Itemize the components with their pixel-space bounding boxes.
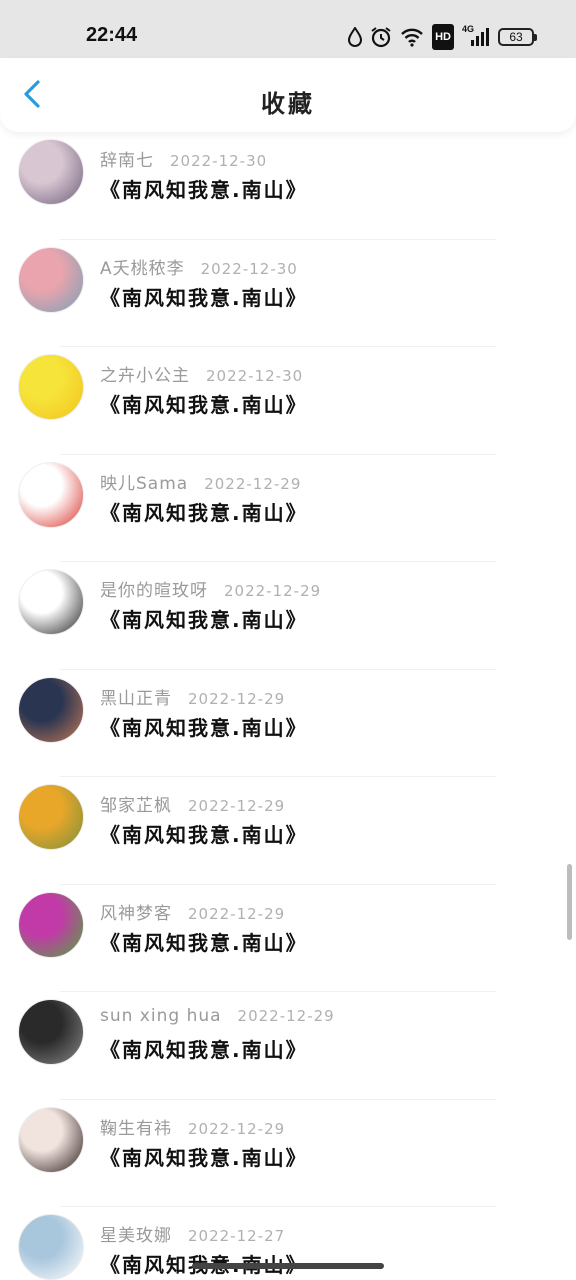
wifi-icon [400, 24, 424, 50]
book-title[interactable]: 《南风知我意.南山》 [100, 1142, 308, 1171]
favorite-date: 2022-12-29 [188, 689, 286, 708]
user-avatar[interactable] [18, 139, 84, 205]
signal-icon: 4G [462, 24, 490, 50]
battery-icon: 63 [498, 28, 537, 46]
user-avatar[interactable] [18, 1106, 84, 1173]
book-title[interactable]: 《南风知我意.南山》 [100, 712, 308, 741]
username: 之卉小公主 [100, 366, 190, 386]
user-avatar[interactable] [18, 1214, 84, 1280]
list-item[interactable]: 是你的暄玫呀 2022-12-29 《南风知我意.南山》 [0, 562, 576, 670]
item-meta: A夭桃秾李 2022-12-30 [100, 254, 298, 279]
user-avatar[interactable] [18, 999, 84, 1065]
user-avatar[interactable] [18, 676, 84, 743]
user-avatar[interactable] [18, 569, 84, 635]
book-title[interactable]: 《南风知我意.南山》 [100, 497, 308, 526]
list-item[interactable]: 邹家芷枫 2022-12-29 《南风知我意.南山》 [0, 777, 576, 885]
book-title[interactable]: 《南风知我意.南山》 [100, 604, 308, 633]
username: 星美玫娜 [100, 1226, 172, 1246]
page-title: 收藏 [261, 90, 315, 118]
list-item[interactable]: 星美玫娜2022-12-27《南风知我意.南山》 [0, 1207, 576, 1280]
item-meta: sun xing hua 2022-12-29 [100, 1006, 335, 1026]
list-item[interactable]: 鞠生有祎 2022-12-29 《南风知我意.南山》 [0, 1100, 576, 1208]
username: A夭桃秾李 [100, 258, 185, 279]
status-bar: 22:44 HD 4G 63 [0, 0, 576, 58]
favorite-date: 2022-12-30 [206, 367, 304, 385]
scrollbar[interactable] [567, 864, 572, 940]
water-drop-icon [348, 24, 363, 50]
username: 映儿Sama [100, 473, 189, 494]
username: 邹家芷枫 [100, 796, 172, 816]
username: 黑山正青 [100, 688, 172, 709]
favorite-date: 2022-12-30 [200, 259, 298, 278]
favorite-date: 2022-12-27 [188, 1227, 286, 1245]
list-item[interactable]: A夭桃秾李 2022-12-30 《南风知我意.南山》 [0, 240, 576, 348]
status-time: 22:44 [86, 24, 138, 46]
item-meta: 映儿Sama 2022-12-29 [100, 469, 301, 494]
item-meta: 星美玫娜 2022-12-27 [100, 1221, 285, 1246]
hd-badge: HD [432, 24, 454, 50]
list-item[interactable]: 黑山正青 2022-12-29 《南风知我意.南山》 [0, 670, 576, 778]
item-meta: 是你的暄玫呀 2022-12-29 [100, 576, 321, 601]
favorite-date: 2022-12-29 [188, 1119, 286, 1138]
favorite-date: 2022-12-29 [224, 582, 322, 600]
username: 风神梦客 [100, 903, 172, 924]
status-icons: HD 4G 63 [348, 24, 537, 50]
favorite-date: 2022-12-29 [188, 797, 286, 815]
favorite-date: 2022-12-30 [170, 152, 268, 170]
list-item[interactable]: 映儿Sama 2022-12-29 《南风知我意.南山》 [0, 455, 576, 563]
item-meta: 黑山正青 2022-12-29 [100, 684, 285, 709]
nav-bar: 收藏 [0, 58, 576, 132]
item-meta: 辞南七 2022-12-30 [100, 146, 267, 171]
item-meta: 鞠生有祎 2022-12-29 [100, 1114, 285, 1139]
item-meta: 邹家芷枫 2022-12-29 [100, 791, 285, 816]
favorite-date: 2022-12-29 [237, 1007, 335, 1025]
user-avatar[interactable] [18, 461, 84, 528]
alarm-icon [370, 24, 392, 50]
user-avatar[interactable] [18, 354, 84, 420]
user-avatar[interactable] [18, 784, 84, 850]
list-item[interactable]: 风神梦客 2022-12-29 《南风知我意.南山》 [0, 885, 576, 993]
list-item[interactable]: 之卉小公主 2022-12-30 《南风知我意.南山》 [0, 347, 576, 455]
favorite-date: 2022-12-29 [204, 474, 302, 493]
home-indicator[interactable] [192, 1263, 384, 1269]
book-title[interactable]: 《南风知我意.南山》 [100, 174, 308, 203]
username: 是你的暄玫呀 [100, 581, 208, 601]
item-meta: 之卉小公主 2022-12-30 [100, 361, 303, 386]
username: sun xing hua [100, 1006, 222, 1026]
favorites-list: 辞南七 2022-12-30 《南风知我意.南山》 A夭桃秾李 2022-12-30 《南… [0, 132, 576, 1280]
book-title[interactable]: 《南风知我意.南山》 [100, 1034, 308, 1063]
username: 辞南七 [100, 151, 154, 171]
user-avatar[interactable] [18, 891, 84, 958]
book-title[interactable]: 《南风知我意.南山》 [100, 282, 308, 311]
favorite-date: 2022-12-29 [188, 904, 286, 923]
item-meta: 风神梦客 2022-12-29 [100, 899, 285, 924]
user-avatar[interactable] [18, 246, 84, 313]
list-item[interactable]: 辞南七 2022-12-30 《南风知我意.南山》 [0, 132, 576, 240]
list-item[interactable]: sun xing hua 2022-12-29 《南风知我意.南山》 [0, 992, 576, 1100]
book-title[interactable]: 《南风知我意.南山》 [100, 927, 308, 956]
username: 鞠生有祎 [100, 1118, 172, 1139]
book-title[interactable]: 《南风知我意.南山》 [100, 819, 308, 848]
book-title[interactable]: 《南风知我意.南山》 [100, 389, 308, 418]
